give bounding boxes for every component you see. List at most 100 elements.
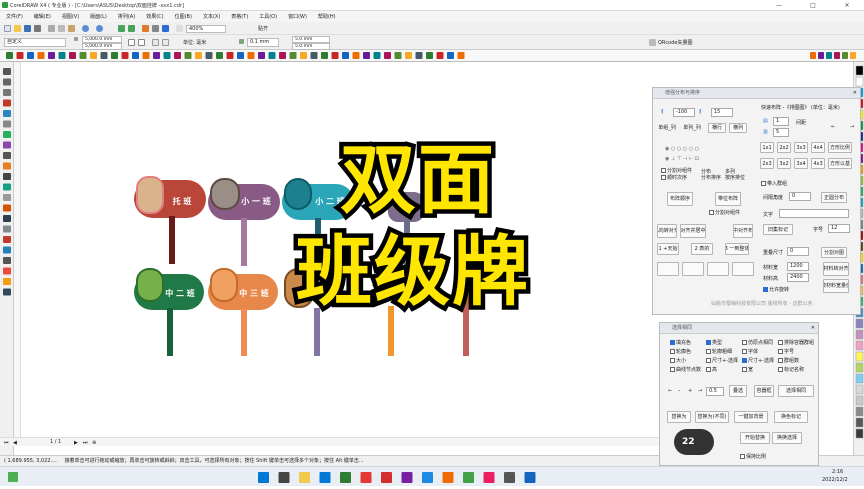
allow-rotate-checkbox[interactable]: 允许旋转 <box>763 286 789 293</box>
ruler-plugin-icon[interactable] <box>226 52 234 59</box>
toolbox-tool-icon[interactable] <box>3 89 11 96</box>
page-height-input[interactable]: 5,000.0 mm <box>82 43 122 50</box>
ruler-plugin-icon[interactable] <box>310 52 318 59</box>
taskbar-app-icon[interactable] <box>278 472 290 483</box>
ruler-plugin-icon[interactable] <box>58 52 66 59</box>
menu-help[interactable]: 帮助(H) <box>318 13 336 20</box>
opt-dist-sort[interactable]: 分布排序 <box>701 174 721 181</box>
select-same-option[interactable]: 宽 <box>742 366 753 373</box>
square-ratio-button[interactable]: 方形比例 <box>828 142 852 153</box>
taskbar-app-icon[interactable] <box>319 472 331 483</box>
radio-row[interactable]: ◉ ○ ○ ○ ○ ○ <box>665 146 699 152</box>
taskbar-app-icon[interactable] <box>340 472 351 483</box>
qrcode-plugin-button[interactable]: QRcode矢量图 <box>658 39 692 46</box>
landscape-icon[interactable] <box>138 39 145 46</box>
ruler-plugin-icon[interactable] <box>321 52 328 59</box>
taskbar-weather-icon[interactable] <box>8 472 18 482</box>
color-swatch[interactable] <box>855 395 864 406</box>
taskbar-app-icon[interactable] <box>524 472 536 483</box>
toolbox-tool-icon[interactable] <box>3 152 11 159</box>
ruler-plugin-icon[interactable] <box>100 52 108 59</box>
ruler-plugin-icon[interactable] <box>373 52 381 59</box>
checkbox[interactable] <box>706 367 711 372</box>
ruler-plugin-icon[interactable] <box>153 52 160 59</box>
color-swatch[interactable] <box>855 329 864 340</box>
add-page-icon[interactable]: ⊕ <box>92 439 96 447</box>
taskbar-app-icon[interactable] <box>504 472 515 483</box>
tolerance-input[interactable]: 0.5 <box>706 387 724 396</box>
sort-button-4[interactable] <box>732 262 754 276</box>
grid-1x1[interactable]: 1x1 <box>760 142 774 153</box>
color-swatch[interactable] <box>855 384 864 395</box>
ruler-plugin-icon[interactable] <box>447 52 454 59</box>
ruler-plugin-icon[interactable] <box>436 52 444 59</box>
ruler-plugin-icon[interactable] <box>342 52 349 59</box>
import-icon[interactable] <box>118 25 125 32</box>
ruler-plugin-icon[interactable] <box>37 52 45 59</box>
material-align-button[interactable]: 材料转对齐 <box>823 262 849 276</box>
position-layout-button[interactable]: 带位布阵 <box>715 192 741 206</box>
ruler-plugin-icon[interactable] <box>300 52 307 59</box>
square-base-button[interactable]: 方形以基 <box>828 158 852 169</box>
toolbox-tool-icon[interactable] <box>3 267 11 275</box>
font-size-input[interactable]: 12 <box>828 224 850 233</box>
circle-distribute-button[interactable]: 正圆分布 <box>821 192 847 203</box>
taskbar-app-icon[interactable] <box>381 472 392 483</box>
ruler-plugin-icon[interactable] <box>90 52 97 59</box>
rows-input[interactable]: 1 <box>773 117 789 126</box>
color-swatch[interactable] <box>855 373 864 384</box>
ruler-plugin-icon[interactable] <box>111 52 118 59</box>
align-button-5[interactable]: 2 表的 <box>691 243 713 255</box>
taskbar-app-icon[interactable] <box>299 472 310 483</box>
ruler-plugin-icon[interactable] <box>69 52 76 59</box>
ruler-plugin-icon[interactable] <box>363 52 370 59</box>
export-icon[interactable] <box>128 25 135 32</box>
last-page-icon[interactable]: ⏭ <box>83 439 88 447</box>
opt-seq[interactable]: 按序排位 <box>725 174 745 181</box>
tab-single-group[interactable]: 单组_列 <box>657 123 677 133</box>
angle-input[interactable]: 0 <box>789 192 811 201</box>
units-select[interactable]: 单位: 毫米 <box>183 39 206 46</box>
checkbox[interactable] <box>742 349 747 354</box>
toolbox-tool-icon[interactable] <box>3 141 11 149</box>
taskbar-app-icon[interactable] <box>463 472 474 483</box>
ruler-plugin-icon[interactable] <box>826 52 832 59</box>
align-button-3[interactable]: 居中对齐布阵 <box>733 224 753 238</box>
toolbox-tool-icon[interactable] <box>3 110 11 117</box>
ruler-plugin-icon[interactable] <box>405 52 412 59</box>
swap-select-button[interactable]: 换换选择 <box>772 432 802 444</box>
ruler-plugin-icon[interactable] <box>268 52 276 59</box>
checkbox[interactable] <box>706 358 711 363</box>
ruler-plugin-icon[interactable] <box>6 52 13 59</box>
checkbox[interactable] <box>742 358 747 363</box>
select-same-option[interactable]: 字体 <box>742 348 758 355</box>
menu-view[interactable]: 视图(V) <box>62 13 79 20</box>
ruler-plugin-icon[interactable] <box>184 52 192 59</box>
arrow-right-icon[interactable]: → <box>850 124 854 130</box>
toolbox-tool-icon[interactable] <box>3 78 11 86</box>
ruler-plugin-icon[interactable] <box>352 52 360 59</box>
minimize-button[interactable]: — <box>762 2 796 9</box>
color-swatch[interactable] <box>855 406 864 417</box>
ruler-plugin-icon[interactable] <box>16 52 24 59</box>
material-wide-button[interactable]: 按材料宽量值 <box>823 279 849 293</box>
corel-online-icon[interactable] <box>162 25 169 32</box>
ruler-plugin-icon[interactable] <box>394 52 402 59</box>
toolbox-tool-icon[interactable] <box>3 183 11 191</box>
checkbox[interactable] <box>742 340 747 345</box>
menu-tools[interactable]: 工具(O) <box>259 13 277 20</box>
print-icon[interactable] <box>34 25 41 32</box>
menu-bitmaps[interactable]: 位图(B) <box>175 13 192 20</box>
select-same-option[interactable]: 尺寸+-选择 <box>706 357 738 364</box>
save-icon[interactable] <box>24 25 31 32</box>
select-same-option[interactable]: 尺寸+-选择 <box>742 357 774 364</box>
grid-3x4[interactable]: 3x4 <box>794 158 808 169</box>
overlap-select-button[interactable]: 叠选 <box>729 385 747 397</box>
ruler-plugin-icon[interactable] <box>121 52 129 59</box>
welcome-icon[interactable] <box>152 25 159 32</box>
toolbox-tool-icon[interactable] <box>3 278 11 285</box>
grid-2x2[interactable]: 2x2 <box>777 142 791 153</box>
menu-table[interactable]: 表格(T) <box>231 13 248 20</box>
chk-group[interactable]: 带入群组 <box>761 180 787 187</box>
ruler-plugin-icon[interactable] <box>132 52 139 59</box>
